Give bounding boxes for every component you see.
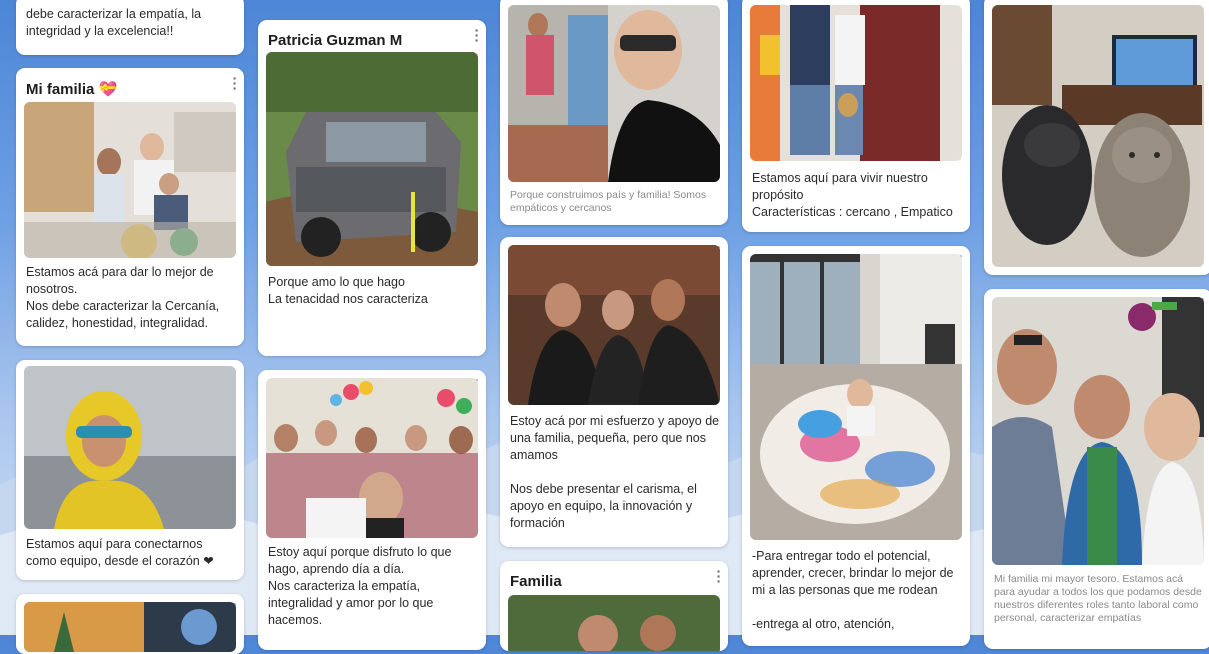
post-text: Estoy aquí porque disfruto lo que hago, … [268, 545, 452, 627]
post-text: debe caracterizar la empatía, la integri… [26, 7, 202, 38]
post-card[interactable]: Familia · · · [500, 561, 728, 651]
post-card[interactable]: Patricia Guzman M · · · Porque amo lo que … [258, 20, 486, 356]
post-text: Estamos aquí para conectarnos como equip… [26, 537, 214, 568]
post-photo[interactable] [508, 5, 720, 182]
post-photo[interactable] [24, 602, 236, 652]
post-photo[interactable] [750, 254, 962, 540]
post-card[interactable] [984, 0, 1209, 275]
post-photo[interactable] [266, 52, 478, 266]
post-title: Patricia Guzman M [268, 32, 403, 49]
post-text: -Para entregar todo el potencial, aprend… [752, 549, 954, 631]
post-photo[interactable] [750, 5, 962, 161]
heart-emoji: 💝 [98, 81, 118, 98]
post-card[interactable]: ··· -Para entregar todo el potencial, ap… [742, 246, 970, 646]
post-photo[interactable] [992, 5, 1204, 267]
post-card[interactable]: ··· Estoy acá por mi esfuerzo y apoyo de… [500, 237, 728, 547]
post-photo[interactable] [508, 245, 720, 405]
post-text: Estamos aquí para vivir nuestro propósit… [752, 171, 953, 219]
post-card[interactable]: ··· Estoy aquí porque disfruto lo que ha… [258, 370, 486, 650]
post-text: Porque construimos país y familia! Somos… [510, 189, 707, 214]
more-vert-icon[interactable]: ··· [474, 23, 480, 47]
post-card[interactable]: debe caracterizar la empatía, la integri… [16, 0, 244, 55]
post-photo[interactable] [266, 378, 478, 538]
post-card[interactable]: Porque construimos país y familia! Somos… [500, 0, 728, 225]
post-card[interactable]: Estamos aquí para vivir nuestro propósit… [742, 0, 970, 232]
post-text: Mi familia mi mayor tesoro. Estamos acá … [994, 573, 1202, 624]
post-text: Estamos acá para dar lo mejor de nosotro… [26, 265, 220, 330]
more-vert-icon[interactable]: ··· [716, 564, 722, 588]
post-card[interactable]: ··· Mi familia mi mayor tesoro. Estamos … [984, 289, 1209, 649]
post-card[interactable]: ··· Estamos aquí para conectarnos como e… [16, 360, 244, 580]
post-card[interactable]: Mi familia 💝 · · · Estamos acá para dar lo… [16, 68, 244, 346]
post-photo[interactable] [24, 366, 236, 529]
post-photo[interactable] [24, 102, 236, 258]
post-photo[interactable] [992, 297, 1204, 565]
post-photo[interactable] [508, 595, 720, 651]
post-title: Mi familia 💝 [26, 81, 118, 98]
post-text: Estoy acá por mi esfuerzo y apoyo de una… [510, 414, 720, 530]
post-text: Porque amo lo que hago La tenacidad nos … [268, 275, 428, 306]
post-title: Familia [510, 573, 562, 590]
post-card[interactable]: ··· [16, 594, 244, 654]
more-vert-icon[interactable]: ··· [232, 71, 238, 95]
